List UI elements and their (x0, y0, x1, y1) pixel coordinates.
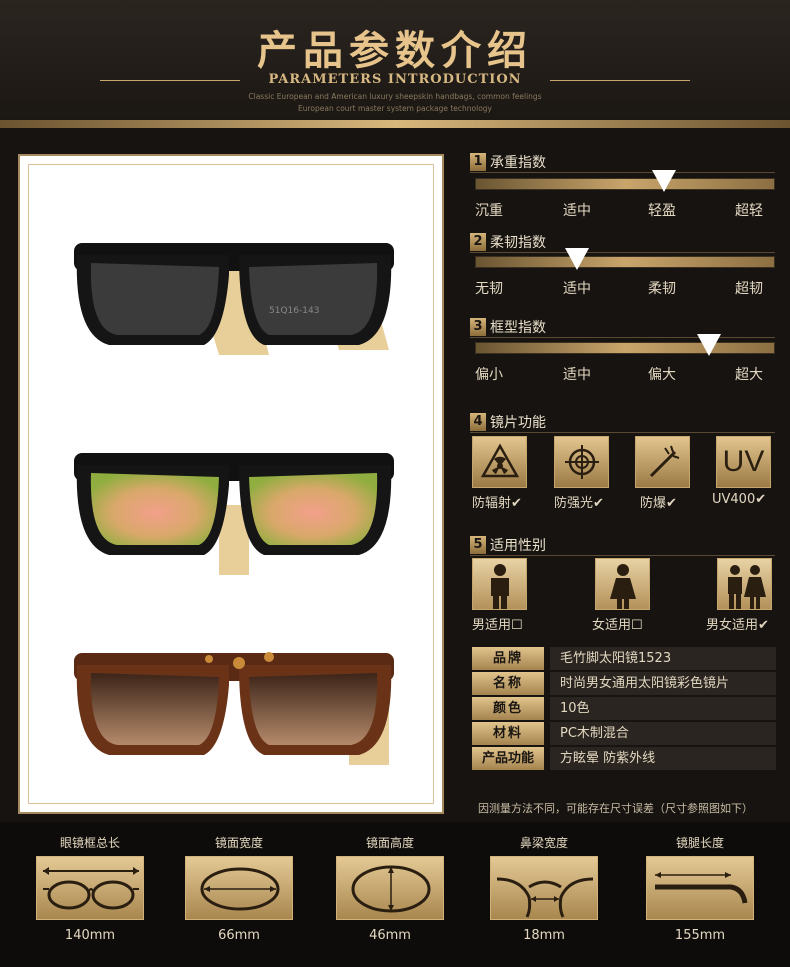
spec-row: 材料 PC木制混合 (470, 722, 776, 745)
crosshair-icon (554, 436, 609, 488)
scale-label: 超大 (735, 367, 763, 383)
weight-index-marker (652, 170, 676, 192)
gender-option-label: 男女适用✔ (706, 618, 769, 633)
measurements-strip: 眼镜框总长 140mm 镜面宽度 66mm 镜面高度 46mm 鼻梁宽度 18m… (0, 822, 790, 967)
page-title: 产品参数介绍 (257, 27, 533, 74)
measurement-note: 因测量方法不同，可能存在尺寸误差（尺寸参照图如下） (478, 802, 753, 815)
scale-label: 偏小 (475, 367, 503, 383)
spec-value: 时尚男女通用太阳镜彩色镜片 (550, 672, 776, 695)
lens-function-label: 防辐射✔ (472, 496, 522, 511)
section-label: 镜片功能 (490, 415, 546, 431)
spec-key: 产品功能 (472, 747, 544, 770)
lens-width-icon (185, 856, 293, 920)
sunglasses-tortoise-image (74, 652, 394, 765)
gender-option-label: 男适用☐ (472, 618, 523, 633)
spec-key: 名称 (472, 672, 544, 695)
product-photo-frame: 51Q16-143 (18, 154, 444, 814)
scale-label: 沉重 (475, 203, 503, 219)
scale-label: 超轻 (735, 203, 763, 219)
frame-index-bar (475, 342, 775, 354)
divider (470, 555, 775, 556)
section-flex-title: 2 柔韧指数 (470, 232, 546, 252)
tagline-2: European court master system package tec… (297, 104, 492, 113)
measure-value: 155mm (674, 928, 726, 943)
spec-key: 品牌 (472, 647, 544, 670)
spec-row: 品牌 毛竹脚太阳镜1523 (470, 647, 776, 670)
scale-label: 无韧 (475, 281, 503, 297)
lens-height-icon (336, 856, 444, 920)
measure-value: 46mm (369, 928, 411, 943)
section-gender-title: 5 适用性别 (470, 535, 546, 555)
scale-label: 适中 (563, 203, 591, 219)
scale-label: 轻盈 (648, 203, 676, 219)
divider (470, 432, 775, 433)
section-label: 柔韧指数 (490, 235, 546, 251)
gender-option-label: 女适用☐ (592, 618, 643, 633)
flex-index-bar (475, 256, 775, 268)
scale-label: 适中 (563, 367, 591, 383)
divider (470, 252, 775, 253)
sunglasses-mirror-image (74, 453, 394, 575)
measure-title: 眼镜框总长 (59, 836, 120, 850)
lens-function-label: 防强光✔ (554, 496, 604, 511)
section-number: 5 (470, 536, 486, 554)
impact-icon (635, 436, 690, 488)
measure-value: 18mm (523, 928, 565, 943)
section-number: 3 (470, 318, 486, 336)
page-header: 产品参数介绍 PARAMETERS INTRODUCTION Classic E… (0, 0, 790, 128)
measure-value: 66mm (218, 928, 260, 943)
spec-key: 材料 (472, 722, 544, 745)
sunglasses-black-image: 51Q16-143 (74, 243, 394, 355)
scale-label: 适中 (563, 281, 591, 297)
spec-value: 毛竹脚太阳镜1523 (550, 647, 776, 670)
scale-label: 柔韧 (648, 281, 676, 297)
temple-length-icon (646, 856, 754, 920)
measure-value: 140mm (64, 928, 116, 943)
section-label: 承重指数 (490, 155, 546, 171)
section-label: 适用性别 (490, 538, 546, 554)
spec-row: 颜色 10色 (470, 697, 776, 720)
lens-function-label: 防爆✔ (640, 496, 677, 511)
radiation-icon (472, 436, 527, 488)
section-number: 4 (470, 413, 486, 431)
spec-row: 名称 时尚男女通用太阳镜彩色镜片 (470, 672, 776, 695)
scale-label: 偏大 (648, 367, 676, 383)
frame-model-text: 51Q16-143 (269, 306, 319, 316)
page-subtitle: PARAMETERS INTRODUCTION (268, 72, 522, 87)
spec-value: 方眩晕 防紫外线 (550, 747, 776, 770)
section-number: 1 (470, 153, 486, 171)
measure-title: 镜面高度 (365, 836, 414, 850)
flex-index-marker (565, 248, 589, 270)
bridge-width-icon (490, 856, 598, 920)
lens-function-label: UV400✔ (712, 492, 767, 507)
uv-icon: UV (716, 436, 771, 488)
male-icon (472, 558, 527, 610)
frame-index-marker (697, 334, 721, 356)
measure-title: 鼻梁宽度 (519, 836, 568, 850)
section-label: 框型指数 (490, 320, 546, 336)
female-icon (595, 558, 650, 610)
unisex-icon (717, 558, 772, 610)
product-photo: 51Q16-143 (28, 164, 434, 804)
scale-label: 超韧 (735, 281, 763, 297)
spec-value: 10色 (550, 697, 776, 720)
weight-index-bar (475, 178, 775, 190)
measure-title: 镜面宽度 (214, 836, 263, 850)
section-number: 2 (470, 233, 486, 251)
section-weight-title: 1 承重指数 (470, 152, 546, 172)
frame-length-icon (36, 856, 144, 920)
spec-row: 产品功能 方眩晕 防紫外线 (470, 747, 776, 770)
spec-value: PC木制混合 (550, 722, 776, 745)
divider (470, 172, 775, 173)
spec-key: 颜色 (472, 697, 544, 720)
section-frame-title: 3 框型指数 (470, 317, 546, 337)
section-lens-function-title: 4 镜片功能 (470, 412, 546, 432)
divider (470, 337, 775, 338)
tagline-1: Classic European and American luxury she… (248, 92, 542, 101)
measure-title: 镜腿长度 (675, 836, 724, 850)
